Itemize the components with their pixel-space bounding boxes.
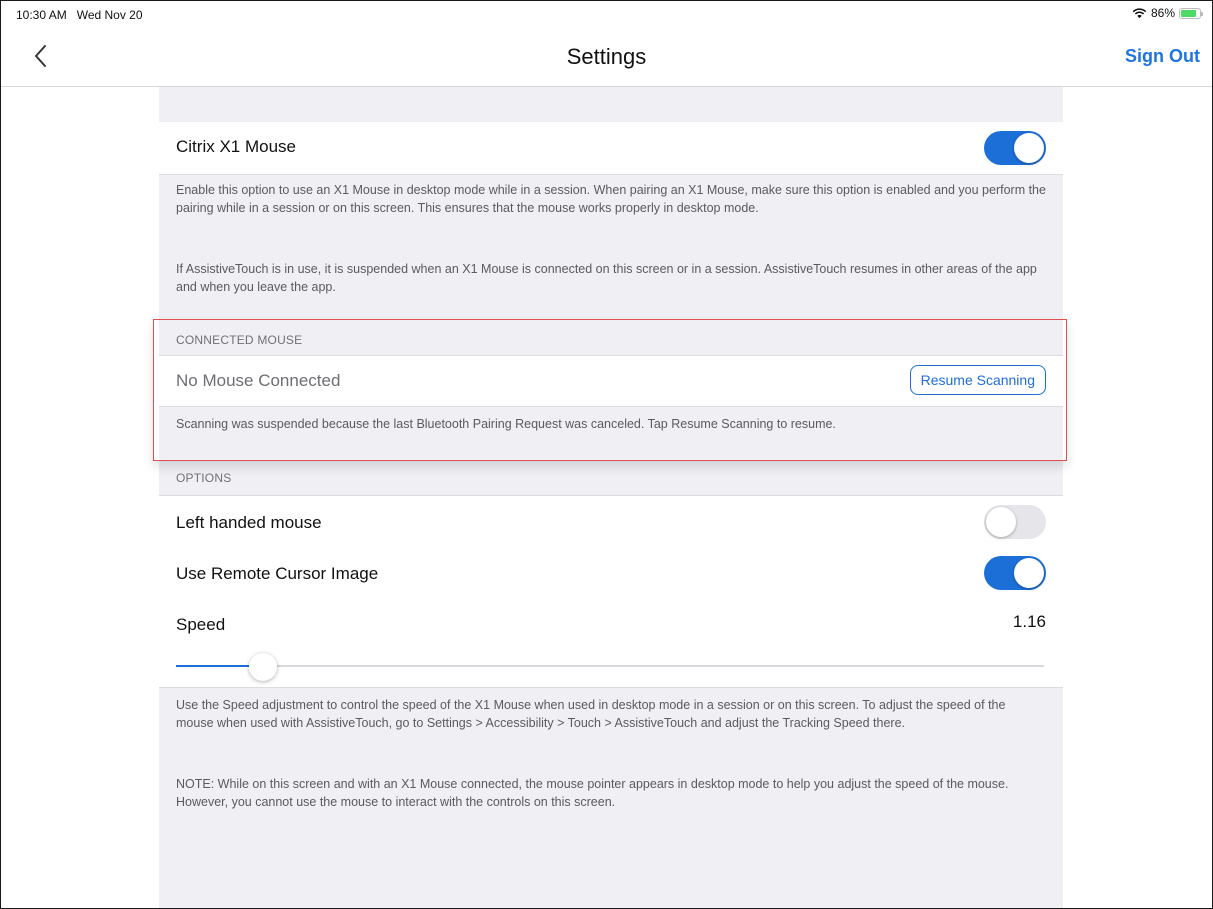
status-time: 10:30 AM Wed Nov 20 — [16, 8, 143, 22]
left-handed-toggle[interactable] — [984, 505, 1046, 539]
resume-scanning-button[interactable]: Resume Scanning — [909, 365, 1046, 395]
settings-content: Citrix X1 Mouse Enable this option to us… — [1, 87, 1212, 908]
remote-cursor-toggle[interactable] — [984, 556, 1046, 590]
pointer-note: NOTE: While on this screen and with an X… — [176, 777, 1009, 809]
speed-value: 1.16 — [1012, 612, 1046, 631]
speed-label: Speed — [176, 615, 226, 634]
left-handed-row: Left handed mouse — [159, 495, 1063, 549]
speed-description: Use the Speed adjustment to control the … — [176, 698, 1006, 730]
page-title: Settings — [566, 44, 647, 69]
connected-mouse-row: No Mouse Connected Resume Scanning — [159, 355, 1063, 407]
status-right: 86% — [1132, 6, 1203, 20]
x1-mouse-label: Citrix X1 Mouse — [176, 137, 296, 156]
navigation-bar: Settings Sign Out — [1, 31, 1212, 87]
speed-slider[interactable] — [176, 653, 1044, 681]
options-header: OPTIONS — [176, 471, 232, 485]
x1-mouse-toggle[interactable] — [984, 131, 1046, 165]
screen: 10:30 AM Wed Nov 20 86% Settings Sign Ou… — [0, 0, 1213, 909]
settings-column: Citrix X1 Mouse Enable this option to us… — [159, 87, 1063, 908]
sign-out-button[interactable]: Sign Out — [1125, 46, 1200, 67]
x1-mouse-row: Citrix X1 Mouse — [159, 122, 1063, 175]
x1-mouse-description: Enable this option to use an X1 Mouse in… — [176, 183, 1046, 215]
battery-fill — [1181, 9, 1197, 17]
speed-row: Speed 1.16 — [159, 599, 1063, 688]
slider-track — [176, 665, 1044, 667]
slider-thumb[interactable] — [248, 653, 277, 681]
connected-mouse-header: CONNECTED MOUSE — [176, 333, 303, 347]
battery-percent: 86% — [1150, 6, 1175, 20]
mouse-status-label: No Mouse Connected — [176, 371, 341, 390]
toggle-knob — [1014, 133, 1044, 163]
assistivetouch-description: If AssistiveTouch is in use, it is suspe… — [176, 262, 1037, 294]
remote-cursor-label: Use Remote Cursor Image — [176, 564, 379, 583]
toggle-knob — [986, 507, 1016, 537]
wifi-icon — [1132, 8, 1147, 19]
scanning-note: Scanning was suspended because the last … — [176, 417, 836, 431]
toggle-knob — [1014, 558, 1044, 588]
battery-icon — [1179, 7, 1203, 19]
status-bar: 10:30 AM Wed Nov 20 86% — [1, 1, 1212, 31]
remote-cursor-row: Use Remote Cursor Image — [159, 547, 1063, 600]
left-handed-label: Left handed mouse — [176, 513, 322, 532]
